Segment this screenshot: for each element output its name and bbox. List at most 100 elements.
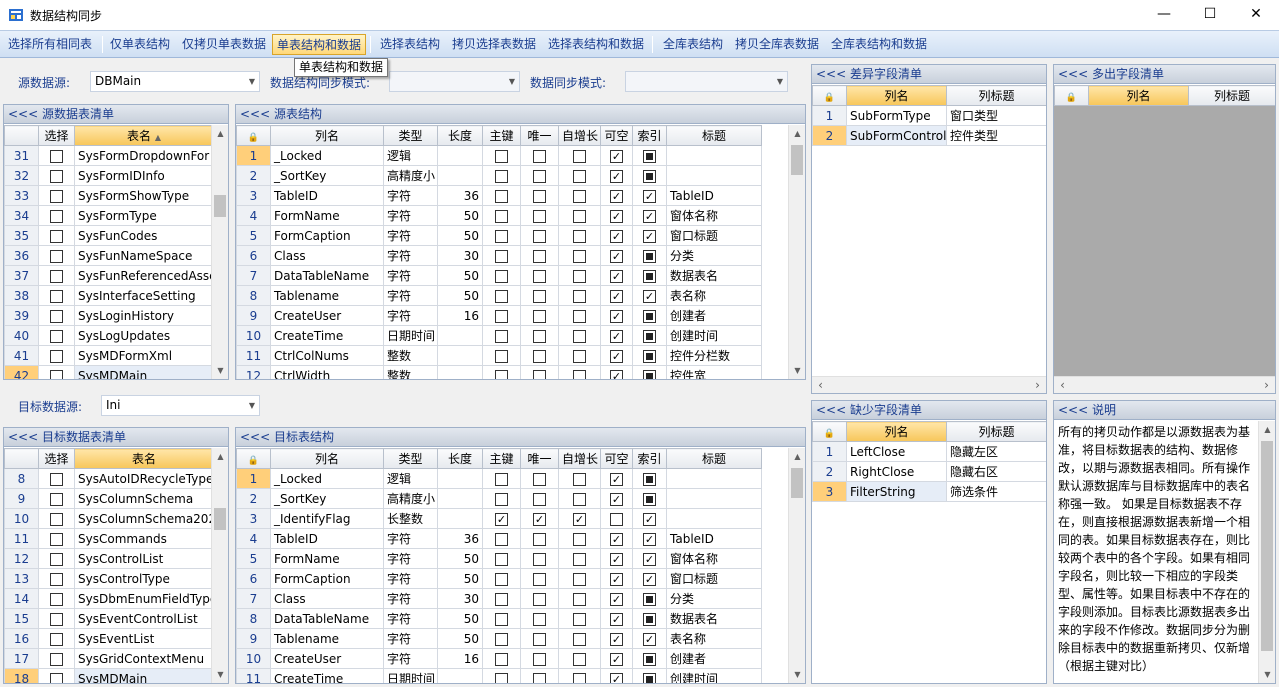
structure-row[interactable]: 10CreateTime日期时间 创建时间 [236, 325, 762, 346]
checkbox[interactable] [533, 309, 546, 323]
caption-cell[interactable]: 创建时间 [666, 325, 762, 346]
select-checkbox[interactable] [50, 672, 63, 683]
type-cell[interactable]: 字符 [383, 588, 438, 609]
length-cell[interactable]: 16 [437, 305, 483, 326]
checkbox[interactable] [533, 652, 546, 666]
table-row[interactable]: 14 SysDbmEnumFieldType [4, 588, 214, 609]
checkbox[interactable] [610, 269, 623, 283]
caption-cell[interactable]: 数据表名 [666, 265, 762, 286]
checkbox[interactable] [643, 572, 656, 586]
column-name-cell[interactable]: DataTableName [270, 265, 384, 286]
length-cell[interactable]: 50 [437, 265, 483, 286]
select-checkbox[interactable] [50, 329, 63, 343]
select-checkbox[interactable] [50, 369, 63, 379]
select-checkbox[interactable] [50, 169, 63, 183]
structure-row[interactable]: 9Tablename字符50 表名称 [236, 628, 762, 649]
structure-row[interactable]: 11CreateTime日期时间 创建时间 [236, 668, 762, 683]
structure-row[interactable]: 6FormCaption字符50 窗口标题 [236, 568, 762, 589]
checkbox[interactable] [533, 349, 546, 363]
checkbox[interactable] [610, 289, 623, 303]
structure-row[interactable]: 7Class字符30 分类 [236, 588, 762, 609]
checkbox[interactable] [495, 169, 508, 183]
checkbox[interactable] [610, 209, 623, 223]
checkbox[interactable] [495, 612, 508, 626]
scrollbar-thumb[interactable] [791, 468, 803, 498]
type-cell[interactable]: 字符 [383, 628, 438, 649]
minimize-button[interactable]: — [1141, 0, 1187, 30]
type-header[interactable]: 类型 [383, 125, 438, 146]
length-cell[interactable] [437, 668, 483, 683]
structure-row[interactable]: 1 _Locked 逻辑 [236, 468, 762, 489]
nullable-header[interactable]: 可空 [600, 448, 633, 469]
checkbox[interactable] [573, 169, 586, 183]
column-name-cell[interactable]: _SortKey [270, 165, 384, 186]
type-cell[interactable]: 整数 [383, 365, 438, 379]
select-same-tables-button[interactable]: 选择所有相同表 [4, 34, 96, 55]
caption-header[interactable]: 标题 [666, 125, 762, 146]
checkbox[interactable] [643, 229, 656, 243]
checkbox[interactable] [495, 492, 508, 506]
select-checkbox[interactable] [50, 472, 63, 486]
unique-header[interactable]: 唯一 [520, 448, 559, 469]
checkbox[interactable] [573, 492, 586, 506]
checkbox[interactable] [495, 149, 508, 163]
checkbox[interactable] [495, 632, 508, 646]
scroll-down-arrow-icon[interactable]: ▼ [789, 666, 805, 683]
type-cell[interactable]: 日期时间 [383, 325, 438, 346]
primary-key-header[interactable]: 主键 [482, 125, 521, 146]
caption-cell[interactable]: 控件分栏数 [666, 345, 762, 366]
table-row[interactable]: 13 SysControlType [4, 568, 214, 589]
checkbox[interactable] [643, 209, 656, 223]
caption-cell[interactable]: 表名称 [666, 285, 762, 306]
checkbox[interactable] [533, 249, 546, 263]
select-column-header[interactable]: 选择 [38, 448, 75, 469]
table-row[interactable]: 36 SysFunNameSpace [4, 245, 214, 266]
single-table-structure-data-button[interactable]: 单表结构和数据 [272, 34, 367, 55]
checkbox[interactable] [533, 289, 546, 303]
structure-row[interactable]: 8DataTableName字符50 数据表名 [236, 608, 762, 629]
field-caption-cell[interactable]: 隐藏右区 [946, 461, 1046, 482]
column-name-header[interactable]: 列名 [1088, 85, 1189, 106]
table-name-cell[interactable]: SysFunCodes [74, 225, 214, 246]
scrollbar-thumb[interactable] [791, 145, 803, 175]
select-checkbox[interactable] [50, 612, 63, 626]
scroll-up-arrow-icon[interactable]: ▲ [212, 448, 228, 465]
column-name-cell[interactable]: FormName [270, 205, 384, 226]
type-cell[interactable]: 逻辑 [383, 468, 438, 489]
checkbox[interactable] [643, 472, 656, 486]
checkbox[interactable] [610, 349, 623, 363]
column-name-cell[interactable]: _IdentifyFlag [270, 508, 384, 529]
length-cell[interactable] [437, 508, 483, 529]
field-row[interactable]: 3 FilterString 筛选条件 [812, 481, 1046, 502]
checkbox[interactable] [495, 349, 508, 363]
checkbox[interactable] [610, 672, 623, 683]
length-cell[interactable] [437, 165, 483, 186]
table-name-cell[interactable]: SysColumnSchema [74, 488, 214, 509]
checkbox[interactable] [533, 472, 546, 486]
checkbox[interactable] [533, 209, 546, 223]
structure-row[interactable]: 7DataTableName字符50 数据表名 [236, 265, 762, 286]
table-name-cell[interactable]: SysControlList [74, 548, 214, 569]
table-name-cell[interactable]: SysMDMain [74, 668, 214, 683]
column-name-header[interactable]: 列名 [846, 421, 947, 442]
checkbox[interactable] [573, 512, 586, 526]
structure-row[interactable]: 1 _Locked 逻辑 [236, 145, 762, 166]
structure-row[interactable]: 12CtrlWidth整数 控件宽 [236, 365, 762, 379]
column-name-cell[interactable]: TableID [270, 528, 384, 549]
table-name-cell[interactable]: SysMDMain [74, 365, 214, 379]
table-row[interactable]: 31 SysFormDropdownFor [4, 145, 214, 166]
checkbox[interactable] [495, 369, 508, 379]
selected-table-structure-data-button[interactable]: 选择表结构和数据 [544, 34, 648, 55]
table-name-cell[interactable]: SysFunNameSpace [74, 245, 214, 266]
type-cell[interactable]: 长整数 [383, 508, 438, 529]
checkbox[interactable] [610, 552, 623, 566]
checkbox[interactable] [643, 149, 656, 163]
checkbox[interactable] [573, 269, 586, 283]
checkbox[interactable] [610, 512, 623, 526]
table-row[interactable]: 41 SysMDFormXml [4, 345, 214, 366]
type-cell[interactable]: 高精度小 [383, 165, 438, 186]
checkbox[interactable] [610, 249, 623, 263]
select-checkbox[interactable] [50, 229, 63, 243]
caption-cell[interactable]: 窗口标题 [666, 568, 762, 589]
select-column-header[interactable]: 选择 [38, 125, 75, 146]
